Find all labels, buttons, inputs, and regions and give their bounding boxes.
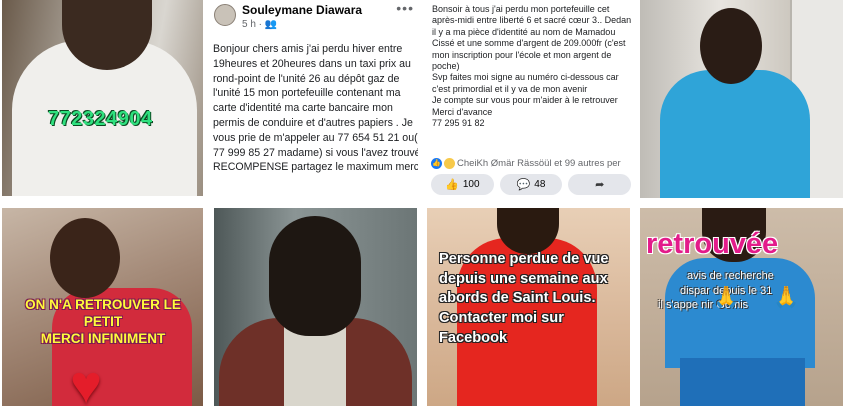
facebook-post-tile[interactable]: Souleymane Diawara 5 h · 👥 ••• Bonjour c… [210, 0, 418, 198]
caption-line: MERCI INFINIMENT [40, 331, 166, 346]
caption-line: PETIT [83, 314, 123, 329]
like-reaction-icon: 👍 [431, 158, 442, 169]
post-time: 5 h · [242, 19, 265, 30]
share-button[interactable]: ➦ [568, 174, 631, 195]
avatar[interactable] [214, 4, 236, 26]
share-icon: ➦ [595, 179, 605, 191]
photo-tile-found-notice[interactable]: retrouvée avis de recherche dispar depui… [640, 208, 843, 406]
person-shirt [660, 70, 810, 198]
photo-tile-found-child[interactable]: ON N'A RETROUVER LE PETIT MERCI INFINIME… [2, 208, 203, 406]
person-face [50, 218, 120, 298]
found-title: retrouvée [646, 228, 779, 260]
notice-line: avis de recherche [687, 270, 774, 282]
thumbs-up-icon: 👍 [445, 179, 459, 191]
found-caption: ON N'A RETROUVER LE PETIT MERCI INFINIME… [10, 296, 196, 347]
photo-tile-missing-person[interactable]: Personne perdue de vue depuis une semain… [427, 208, 630, 406]
post-body: Bonsoir à tous j'ai perdu mon portefeuil… [432, 4, 631, 129]
like-count: 100 [462, 179, 480, 190]
heart-icon: ♥ [70, 355, 103, 406]
missing-caption: Personne perdue de vue depuis une semain… [439, 251, 609, 346]
praying-hands-icon: 🙏 [773, 286, 800, 309]
reactions-text: CheiKh Ømär Rässöül et 99 autres per [457, 158, 621, 169]
comment-button[interactable]: 💬 48 [499, 174, 563, 195]
caption-line: ON N'A RETROUVER LE [25, 297, 181, 312]
post-author[interactable]: Souleymane Diawara [242, 3, 362, 17]
facebook-post-tile[interactable]: Bonsoir à tous j'ai perdu mon portefeuil… [427, 0, 631, 199]
person-face [700, 8, 762, 84]
phone-overlay-text: 772324904 [48, 108, 153, 130]
sad-reaction-icon [444, 158, 455, 169]
reactions-summary[interactable]: 👍 CheiKh Ømär Rässöül et 99 autres per [431, 158, 621, 169]
person-shorts [680, 358, 805, 406]
photo-tile-man-portrait[interactable] [214, 208, 417, 406]
comment-count: 48 [534, 179, 546, 190]
post-meta: 5 h · 👥 [242, 19, 277, 30]
comment-icon: 💬 [516, 179, 531, 191]
friends-icon: 👥 [264, 19, 278, 30]
post-body: Bonjour chers amis j'ai perdu hiver entr… [213, 43, 418, 174]
person-face [269, 216, 361, 336]
more-options-icon[interactable]: ••• [396, 0, 414, 16]
photo-tile-phone[interactable]: 772324904 [2, 0, 203, 196]
post-actions: 👍 100 💬 48 ➦ [431, 174, 631, 195]
photo-tile-boy[interactable] [640, 0, 843, 198]
like-button[interactable]: 👍 100 [431, 174, 494, 195]
praying-hands-icon: 🙏 [713, 286, 740, 309]
